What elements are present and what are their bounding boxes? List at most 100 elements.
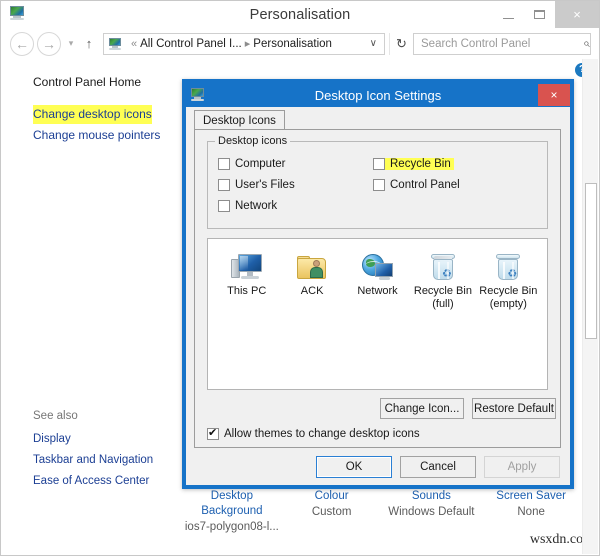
- theme-item-screen-saver[interactable]: Screen Saver None: [481, 489, 581, 521]
- dialog-button-row: OK Cancel Apply: [186, 448, 570, 485]
- icon-preview-label: Network: [357, 285, 398, 297]
- chevron-down-icon[interactable]: ∨: [363, 38, 384, 49]
- icon-preview-sublabel: (full): [432, 298, 454, 310]
- checkbox-label: Allow themes to change desktop icons: [224, 428, 420, 440]
- see-also-section: See also Display Taskbar and Navigation …: [33, 410, 153, 492]
- theme-item-colour[interactable]: Colour Custom: [282, 489, 382, 521]
- dialog-title-bar: Desktop Icon Settings ×: [186, 83, 570, 107]
- address-bar-icon: [107, 37, 124, 51]
- sidebar-item-display[interactable]: Display: [33, 429, 71, 450]
- sidebar-item-ease-of-access-center[interactable]: Ease of Access Center: [33, 471, 149, 492]
- groupbox-legend: Desktop icons: [215, 135, 291, 147]
- address-bar[interactable]: « All Control Panel I... ▸ Personalisati…: [103, 32, 385, 55]
- scrollbar-thumb[interactable]: [585, 183, 597, 339]
- user-folder-icon: [279, 248, 344, 282]
- checkbox-label: User's Files: [235, 179, 295, 191]
- theme-item-value: ios7-polygon08-l...: [184, 521, 279, 533]
- checkbox-control-panel[interactable]: Control Panel: [373, 179, 460, 191]
- recycle-bin-empty-icon: ♻: [476, 248, 541, 282]
- desktop-icon-settings-dialog: Desktop Icon Settings × Desktop Icons De…: [182, 79, 574, 489]
- icon-preview-ack[interactable]: ACK: [279, 248, 344, 311]
- theme-item-value: Custom: [311, 506, 352, 518]
- restore-default-button[interactable]: Restore Default: [472, 398, 556, 419]
- checkbox-label: Control Panel: [390, 179, 460, 191]
- personalisation-icon: [7, 5, 29, 25]
- sidebar-item-change-mouse-pointers[interactable]: Change mouse pointers: [33, 126, 160, 145]
- icon-preview-this-pc[interactable]: This PC: [214, 248, 279, 311]
- icon-preview-sublabel: (empty): [489, 298, 527, 310]
- icon-preview-network[interactable]: Network: [345, 248, 410, 311]
- sidebar-item-change-desktop-icons[interactable]: Change desktop icons: [33, 105, 152, 124]
- checkbox-label: Computer: [235, 158, 286, 170]
- back-button[interactable]: ←: [10, 31, 34, 56]
- sidebar-item-control-panel-home[interactable]: Control Panel Home: [33, 73, 141, 92]
- explorer-window: Personalisation × ← → ▾ ↑ « All Control …: [0, 0, 600, 556]
- icon-preview-label: Recycle Bin: [413, 285, 472, 297]
- theme-item-desktop-background[interactable]: Desktop Background ios7-polygon08-l...: [182, 489, 282, 536]
- checkbox-network[interactable]: Network: [218, 200, 277, 212]
- search-input[interactable]: Search Control Panel ⌕: [413, 32, 591, 55]
- tab-desktop-icons[interactable]: Desktop Icons: [194, 110, 285, 130]
- theme-item-title[interactable]: Screen Saver: [481, 489, 581, 504]
- dialog-title: Desktop Icon Settings: [314, 87, 442, 103]
- vertical-scrollbar[interactable]: [582, 59, 598, 554]
- theme-item-title[interactable]: Desktop Background: [182, 489, 282, 519]
- theme-item-title[interactable]: Sounds: [382, 489, 482, 504]
- forward-button[interactable]: →: [37, 31, 61, 56]
- apply-button: Apply: [484, 455, 560, 478]
- dialog-body: Desktop Icons Desktop icons Computer Use…: [186, 107, 570, 485]
- icon-preview-recycle-bin-empty[interactable]: ♻ Recycle Bin (empty): [476, 248, 541, 311]
- sidebar-item-taskbar-and-navigation[interactable]: Taskbar and Navigation: [33, 450, 153, 471]
- checkbox-box[interactable]: [218, 158, 230, 170]
- checkbox-box[interactable]: [373, 179, 385, 191]
- ok-button[interactable]: OK: [316, 455, 392, 478]
- breadcrumb-parent[interactable]: All Control Panel I...: [140, 38, 242, 50]
- network-icon: [345, 248, 410, 282]
- tab-panel-desktop-icons: Desktop icons Computer User's Files Netw…: [194, 129, 561, 448]
- search-placeholder: Search Control Panel: [421, 37, 531, 50]
- checkbox-recycle-bin[interactable]: Recycle Bin: [373, 158, 454, 170]
- close-icon[interactable]: ×: [538, 84, 570, 106]
- desktop-icons-groupbox: Desktop icons Computer User's Files Netw…: [207, 135, 548, 229]
- cancel-button[interactable]: Cancel: [400, 455, 476, 478]
- icon-preview-label: Recycle Bin: [479, 285, 538, 297]
- maximize-icon[interactable]: [524, 1, 555, 28]
- icon-preview-listbox[interactable]: This PC ACK Network ♻ Recycle Bin (full)…: [207, 238, 548, 390]
- change-icon-button[interactable]: Change Icon...: [380, 398, 464, 419]
- theme-summary-strip: Desktop Background ios7-polygon08-l... C…: [182, 485, 581, 551]
- see-also-label: See also: [33, 410, 78, 422]
- icon-preview-label: This PC: [227, 285, 267, 297]
- computer-icon: [214, 248, 279, 282]
- icon-preview-label: ACK: [300, 285, 324, 297]
- address-toolbar: ← → ▾ ↑ « All Control Panel I... ▸ Perso…: [1, 28, 599, 59]
- close-icon[interactable]: ×: [555, 1, 599, 28]
- checkbox-allow-themes[interactable]: Allow themes to change desktop icons: [207, 426, 420, 440]
- breadcrumb-current[interactable]: Personalisation: [253, 38, 332, 50]
- refresh-icon[interactable]: ↻: [389, 32, 413, 55]
- window-controls: ×: [493, 1, 599, 28]
- search-icon[interactable]: ⌕: [576, 36, 590, 51]
- theme-item-sounds[interactable]: Sounds Windows Default: [382, 489, 482, 521]
- window-title-bar: Personalisation ×: [1, 1, 599, 28]
- theme-item-title[interactable]: Colour: [282, 489, 382, 504]
- checkbox-box[interactable]: [218, 200, 230, 212]
- theme-item-value: None: [517, 506, 545, 518]
- checkbox-box[interactable]: [207, 426, 219, 440]
- checkbox-box[interactable]: [218, 179, 230, 191]
- checkbox-users-files[interactable]: User's Files: [218, 179, 295, 191]
- icon-preview-recycle-bin-full[interactable]: ♻ Recycle Bin (full): [410, 248, 475, 311]
- recycle-bin-full-icon: ♻: [410, 248, 475, 282]
- tab-strip: Desktop Icons: [194, 110, 285, 130]
- checkbox-box[interactable]: [373, 158, 385, 170]
- personalisation-icon: [189, 87, 207, 103]
- checkbox-label: Network: [235, 200, 278, 212]
- breadcrumb-separator-icon: ▸: [244, 38, 251, 50]
- breadcrumb-overflow-icon[interactable]: «: [128, 38, 140, 50]
- theme-item-value: Windows Default: [388, 506, 475, 518]
- up-button[interactable]: ↑: [80, 36, 98, 51]
- minimize-icon[interactable]: [493, 1, 524, 28]
- recent-locations-button[interactable]: ▾: [64, 38, 78, 49]
- icon-preview-row: This PC ACK Network ♻ Recycle Bin (full)…: [208, 239, 547, 311]
- checkbox-computer[interactable]: Computer: [218, 158, 286, 170]
- checkbox-label: Recycle Bin: [390, 158, 451, 170]
